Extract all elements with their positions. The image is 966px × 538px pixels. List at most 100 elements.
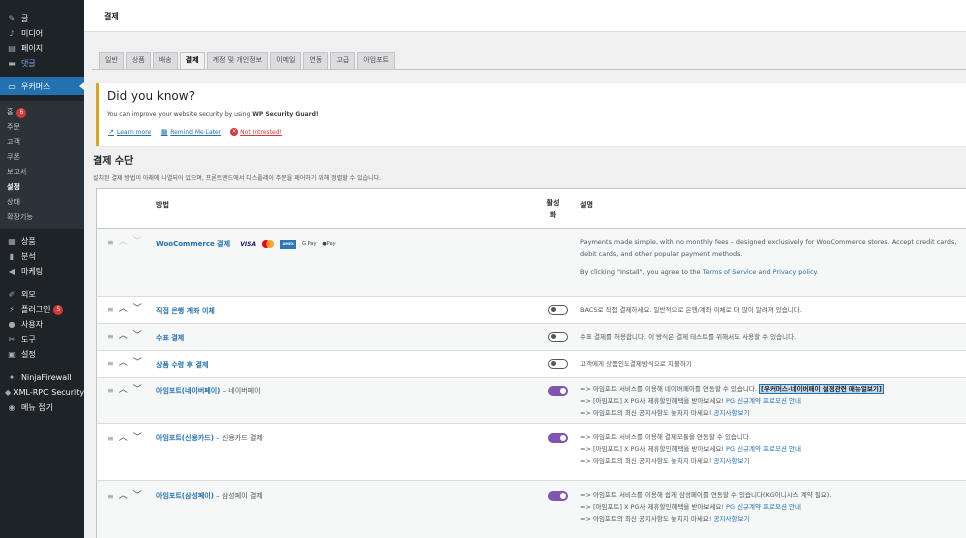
- external-link-icon: ↗: [108, 128, 114, 136]
- enable-toggle[interactable]: [548, 491, 568, 501]
- drag-handle-icon[interactable]: ≡: [107, 359, 114, 368]
- drag-handle-icon[interactable]: ≡: [107, 492, 114, 501]
- notice-link[interactable]: 공지사항보기: [714, 409, 750, 417]
- pin-icon: ✎: [8, 14, 16, 23]
- sidebar-item-analytics[interactable]: ▮ 분석: [0, 249, 84, 264]
- submenu-orders[interactable]: 주문: [0, 120, 84, 135]
- drag-handle-icon[interactable]: ≡: [107, 434, 114, 443]
- not-interested-link[interactable]: × Not Intrested!: [230, 128, 282, 136]
- sidebar-item-pages[interactable]: ▤ 페이지: [0, 41, 84, 56]
- sidebar-item-media[interactable]: ♪ 미디어: [0, 26, 84, 41]
- sidebar-item-products[interactable]: ▦ 상품: [0, 234, 84, 249]
- sidebar-collapse-menu[interactable]: ◉ 메뉴 접기: [0, 400, 84, 415]
- tab-payments[interactable]: 결제: [179, 52, 205, 69]
- submenu-customers[interactable]: 고객: [0, 135, 84, 150]
- move-down-icon[interactable]: ﹀: [133, 386, 142, 395]
- pg-promotion-link[interactable]: PG 신규계약 프로모션 안내: [726, 445, 801, 453]
- drag-handle-icon[interactable]: ≡: [107, 386, 114, 395]
- move-up-icon[interactable]: ︿: [119, 386, 128, 395]
- security-notice: Did you know? You can improve your websi…: [96, 83, 966, 146]
- move-up-icon[interactable]: ︿: [119, 305, 128, 314]
- tabs-divider: [92, 69, 966, 70]
- notice-title: Did you know?: [107, 89, 195, 103]
- woocommerce-payments-link[interactable]: WooCommerce 결제: [156, 240, 230, 248]
- tab-emails[interactable]: 이메일: [270, 52, 302, 69]
- row-controls: ≡ ︿ ﹀: [107, 238, 147, 248]
- tab-products[interactable]: 상품: [125, 52, 151, 69]
- enable-toggle[interactable]: [548, 332, 568, 342]
- visa-icon: VISA: [240, 240, 257, 248]
- notice-link[interactable]: 공지사항보기: [714, 515, 750, 523]
- submenu-home[interactable]: 홈6: [0, 105, 84, 120]
- enable-toggle[interactable]: [548, 433, 568, 443]
- payment-methods-table: 방법 활성 화 설명 ≡ ︿ ﹀ WooCommerce 결제 VISA AMEX…: [96, 188, 966, 538]
- sidebar-item-plugins[interactable]: ⚡ 플러그인 5: [0, 302, 84, 317]
- sidebar-item-xmlrpc-security[interactable]: ◆ XML-RPC Security: [0, 385, 84, 400]
- move-down-icon[interactable]: ﹀: [133, 434, 142, 443]
- submenu-extensions[interactable]: 확장기능: [0, 210, 84, 225]
- header-bar: 결제: [84, 0, 966, 32]
- submenu-settings[interactable]: 설정: [0, 180, 84, 195]
- move-up-icon[interactable]: ︿: [119, 359, 128, 368]
- submenu-reports[interactable]: 보고서: [0, 165, 84, 180]
- tab-integration[interactable]: 연동: [303, 52, 329, 69]
- move-up-icon[interactable]: ︿: [119, 238, 128, 247]
- submenu-status[interactable]: 상태: [0, 195, 84, 210]
- drag-handle-icon[interactable]: ≡: [107, 238, 114, 247]
- gateway-link[interactable]: 직접 은행 계좌 이체: [156, 307, 215, 315]
- move-down-icon[interactable]: ﹀: [133, 359, 142, 368]
- sidebar-item-woocommerce[interactable]: ▭ 우커머스: [0, 77, 84, 95]
- sidebar-item-marketing[interactable]: ◀ 마케팅: [0, 264, 84, 279]
- pg-promotion-link[interactable]: PG 신규계약 프로모션 안내: [726, 397, 801, 405]
- sidebar-item-posts[interactable]: ✎ 글: [0, 11, 84, 26]
- move-down-icon[interactable]: ﹀: [133, 305, 142, 314]
- sidebar-item-tools[interactable]: ✂ 도구: [0, 332, 84, 347]
- sidebar-item-users[interactable]: ● 사용자: [0, 317, 84, 332]
- gateway-link[interactable]: 수표 결제: [156, 334, 184, 342]
- move-down-icon[interactable]: ﹀: [133, 332, 142, 341]
- move-down-icon[interactable]: ﹀: [133, 238, 142, 247]
- tab-iamport[interactable]: 아임포트: [357, 52, 395, 69]
- tab-shipping[interactable]: 배송: [152, 52, 178, 69]
- drag-handle-icon[interactable]: ≡: [107, 332, 114, 341]
- table-row-cod: ≡ ︿ ﹀ 상품 수령 후 결제 고객에게 상품인도결제방식으로 지불하기: [97, 351, 966, 378]
- sidebar-item-ninjafirewall[interactable]: ✦ NinjaFirewall: [0, 370, 84, 385]
- table-row-cheque: ≡ ︿ ﹀ 수표 결제 수표 결제를 허용합니다. 이 방식은 결제 테스트를 …: [97, 324, 966, 351]
- gateway-link[interactable]: 아임포트(네이버페이): [156, 387, 220, 395]
- enable-toggle[interactable]: [548, 386, 568, 396]
- gateway-name: 수표 결제: [156, 333, 184, 343]
- enable-toggle[interactable]: [548, 305, 568, 315]
- woo-icon: ▭: [8, 81, 16, 91]
- gateway-description: 고객에게 상품인도결제방식으로 지불하기: [580, 360, 692, 368]
- submenu-coupons[interactable]: 쿠폰: [0, 150, 84, 165]
- gateway-link[interactable]: 상품 수령 후 결제: [156, 361, 208, 369]
- move-down-icon[interactable]: ﹀: [133, 492, 142, 501]
- notice-link[interactable]: 공지사항보기: [714, 457, 750, 465]
- move-up-icon[interactable]: ︿: [119, 434, 128, 443]
- notice-text: You can improve your website security by…: [107, 111, 319, 118]
- pg-promotion-link[interactable]: PG 신규계약 프로모션 안내: [726, 503, 801, 511]
- remind-later-link[interactable]: ▦ Remind Me Later: [160, 128, 221, 136]
- home-badge: 6: [16, 108, 27, 118]
- sidebar-item-comments[interactable]: ▬ 댓글: [0, 56, 84, 71]
- enable-toggle[interactable]: [548, 359, 568, 369]
- gateway-name: 아임포트(신용카드) – 신용카드 결제: [156, 434, 263, 442]
- learn-more-link[interactable]: ↗ Learn more: [107, 128, 151, 136]
- tab-general[interactable]: 일반: [99, 52, 124, 69]
- move-up-icon[interactable]: ︿: [119, 332, 128, 341]
- tab-accounts-privacy[interactable]: 계정 및 개인정보: [206, 52, 269, 69]
- drag-handle-icon[interactable]: ≡: [107, 305, 114, 314]
- move-up-icon[interactable]: ︿: [119, 492, 128, 501]
- section-title: 결제 수단: [93, 156, 134, 167]
- terms-of-service-link[interactable]: Terms of Service: [703, 268, 757, 276]
- brush-icon: ✐: [8, 290, 16, 299]
- gateway-link[interactable]: 아임포트(신용카드): [156, 434, 214, 442]
- tab-advanced[interactable]: 고급: [330, 52, 356, 69]
- gateway-link[interactable]: 아임포트(삼성페이): [156, 492, 214, 500]
- sidebar-item-settings[interactable]: ▣ 설정: [0, 347, 84, 362]
- woocommerce-submenu: 홈6 주문 고객 쿠폰 보고서 설정 상태 확장기능: [0, 101, 84, 229]
- naverpay-manual-link[interactable]: [우커머스-네이버페이 설정관련 매뉴얼보기]: [759, 384, 884, 394]
- sidebar-item-appearance[interactable]: ✐ 외모: [0, 287, 84, 302]
- table-row-woocommerce: ≡ ︿ ﹀ WooCommerce 결제 VISA AMEX G Pay ●Pa…: [97, 229, 966, 297]
- privacy-policy-link[interactable]: Privacy policy: [773, 268, 817, 276]
